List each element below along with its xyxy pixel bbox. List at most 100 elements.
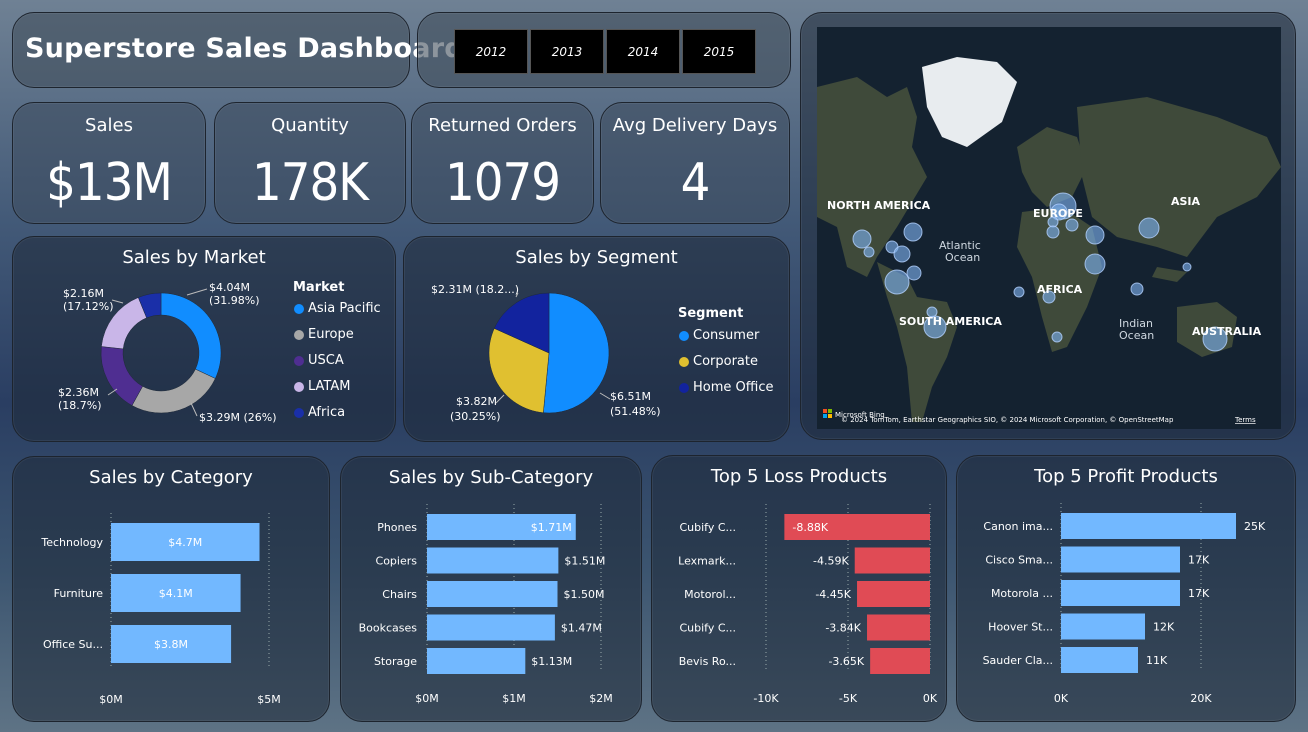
legend-dot-icon (294, 303, 304, 314)
kpi-delivery-card: Avg Delivery Days 4 (600, 102, 790, 224)
year-button-2015[interactable]: 2015 (682, 29, 756, 74)
bubble-usa-4[interactable] (893, 245, 911, 263)
bubble-south-africa[interactable] (1051, 331, 1063, 343)
data-label: (18.7%) (58, 399, 102, 412)
market-chart-card: Sales by Market $4.04M (31.98%) $3.29M (26… (12, 236, 396, 442)
donut-slice-europe[interactable] (131, 368, 216, 414)
bar-category-label: Canon ima... (983, 520, 1053, 533)
bar[interactable] (1061, 647, 1138, 673)
legend-item-corporate[interactable]: Corporate (679, 354, 758, 369)
legend-label: Corporate (693, 354, 758, 369)
bar-category-label: Office Su... (43, 638, 103, 651)
bar-category-label: Hoover St... (988, 621, 1053, 634)
bar-value-label: $1.51M (564, 555, 605, 568)
bubble-mideast[interactable] (1085, 225, 1105, 245)
leader-line (111, 299, 124, 304)
bar[interactable] (427, 547, 559, 574)
bubble-central-america[interactable] (906, 265, 922, 281)
bar-value-label: $4.1M (159, 587, 193, 600)
kpi-sales-card: Sales $13M (12, 102, 206, 224)
category-chart-card: Sales by Category $0M $5M Technology $4.7M F… (12, 456, 330, 722)
legend-item-latam[interactable]: LATAM (294, 379, 350, 394)
legend-item-asia-pacific[interactable]: Asia Pacific (294, 301, 381, 316)
legend-label: USCA (308, 353, 344, 368)
bubble-europe-4[interactable] (1065, 218, 1079, 232)
data-label: $4.04M (209, 281, 250, 294)
bar-value-label: $1.71M (531, 521, 572, 534)
bar-category-label: Copiers (376, 555, 418, 568)
bar-value-label: -3.84K (825, 622, 861, 635)
segment-chart-card: Sales by Segment $6.51M (51.48%) $3.82M (30… (403, 236, 790, 442)
bar-value-label: -3.65K (828, 655, 864, 668)
bar-category-label: Phones (377, 521, 417, 534)
bar-value-label: 12K (1153, 621, 1175, 634)
data-label: $2.31M (18.2...) (431, 283, 519, 296)
data-label: $3.29M (26%) (199, 411, 277, 424)
pie-slice-consumer[interactable] (543, 292, 610, 414)
legend-label: Europe (308, 327, 354, 342)
bubble-se-asia[interactable] (1130, 282, 1144, 296)
year-button-2012[interactable]: 2012 (454, 29, 528, 74)
axis-tick-label: 0K (1054, 692, 1069, 705)
bar[interactable] (427, 581, 558, 607)
axis-tick-label: $0M (99, 693, 123, 706)
bubble-usa-west[interactable] (852, 229, 872, 249)
bar-category-label: Furniture (54, 587, 104, 600)
legend-dot-icon (679, 356, 689, 367)
data-label: (51.48%) (610, 405, 661, 418)
bar[interactable] (1061, 546, 1180, 573)
bar-value-label: 25K (1244, 520, 1266, 533)
data-label: (17.12%) (63, 300, 114, 313)
bubble-india[interactable] (1084, 253, 1106, 275)
bubble-philippines[interactable] (1182, 262, 1192, 272)
bubble-usa-east[interactable] (903, 222, 923, 242)
map-label-europe: EUROPE (1033, 207, 1083, 220)
bubble-usa-2[interactable] (863, 246, 875, 258)
donut-slice-usca[interactable] (100, 346, 143, 406)
legend-dot-icon (294, 329, 304, 340)
bar[interactable] (867, 614, 930, 641)
leader-line (599, 392, 611, 400)
bubble-china[interactable] (1138, 217, 1160, 239)
bar[interactable] (427, 648, 526, 674)
year-slicer: 2012 2013 2014 2015 (417, 12, 791, 88)
subcategory-bar-chart: $0M $1M $2M Phones $1.71M Copiers $1.51M Chairs… (359, 504, 613, 705)
bar-value-label: $1.50M (564, 588, 605, 601)
legend-item-africa[interactable]: Africa (294, 405, 345, 420)
bar-value-label: -8.88K (792, 521, 828, 534)
map-terms-link[interactable]: Terms (1234, 416, 1256, 424)
bar[interactable] (870, 648, 930, 674)
legend-dot-icon (679, 330, 689, 341)
bar[interactable] (1061, 513, 1236, 539)
bubble-africa-north[interactable] (1046, 225, 1060, 239)
legend-dot-icon (294, 355, 304, 366)
legend-item-home-office[interactable]: Home Office (679, 380, 773, 395)
kpi-quantity-value: 178K (252, 153, 369, 213)
axis-tick-label: $0M (415, 692, 439, 705)
legend-item-europe[interactable]: Europe (294, 327, 354, 342)
world-map[interactable]: NORTH AMERICA EUROPE ASIA AFRICA SOUTH A… (817, 27, 1281, 429)
legend-label: Africa (308, 405, 346, 420)
legend-item-consumer[interactable]: Consumer (679, 328, 759, 343)
kpi-returned-card: Returned Orders 1079 (411, 102, 594, 224)
bar[interactable] (857, 581, 930, 607)
axis-tick-label: $2M (589, 692, 613, 705)
axis-tick-label: $5M (257, 693, 281, 706)
bubble-mexico[interactable] (884, 269, 910, 295)
bar[interactable] (854, 547, 930, 574)
legend-item-usca[interactable]: USCA (294, 353, 344, 368)
bar[interactable] (1061, 580, 1180, 606)
bar[interactable] (1061, 613, 1145, 640)
bar-category-label: Storage (374, 655, 417, 668)
bubble-africa-west[interactable] (1013, 286, 1025, 298)
kpi-returned-label: Returned Orders (428, 115, 577, 136)
year-button-2014[interactable]: 2014 (606, 29, 680, 74)
year-button-2013[interactable]: 2013 (530, 29, 604, 74)
bar-category-label: Chairs (382, 588, 417, 601)
bar-value-label: 17K (1188, 554, 1210, 567)
map-label-south-america: SOUTH AMERICA (899, 315, 1002, 328)
map-label-africa: AFRICA (1037, 283, 1083, 296)
legend-dot-icon (294, 381, 304, 392)
bar[interactable] (427, 614, 555, 641)
market-legend-title: Market (293, 280, 345, 295)
